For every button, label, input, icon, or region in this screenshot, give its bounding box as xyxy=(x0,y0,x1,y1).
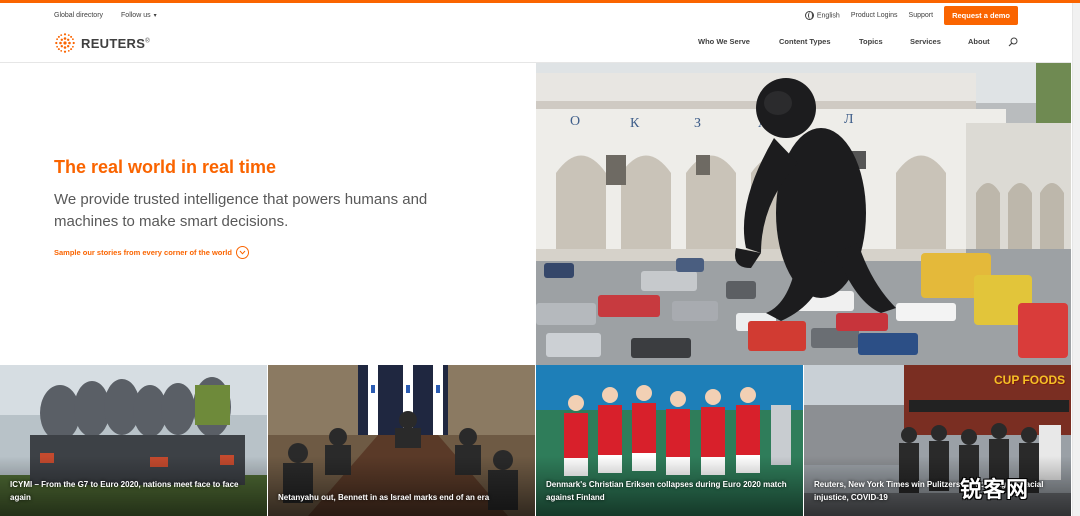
story-tile-eriksen[interactable]: Denmark's Christian Eriksen collapses du… xyxy=(536,365,803,516)
scrollbar[interactable] xyxy=(1072,3,1080,516)
sample-stories-label: Sample our stories from every corner of … xyxy=(54,248,232,257)
caption-shade xyxy=(268,456,535,516)
sample-stories-link[interactable]: Sample our stories from every corner of … xyxy=(54,246,249,259)
reuters-logo-icon xyxy=(55,33,75,53)
watermark: 锐客网 xyxy=(960,477,1030,502)
reuters-logo[interactable]: REUTERS® xyxy=(54,32,150,54)
hero-image-gorilla-miniature-city: OКЗАЛ xyxy=(536,63,1071,365)
svg-text:Л: Л xyxy=(844,112,854,127)
request-demo-button[interactable]: Request a demo xyxy=(944,6,1018,25)
search-icon[interactable] xyxy=(1008,37,1018,47)
chevron-down-icon xyxy=(235,246,249,259)
hero-title: The real world in real time xyxy=(54,157,277,177)
globe-icon xyxy=(804,11,814,20)
language-selector[interactable]: English xyxy=(804,11,840,20)
accent-bar xyxy=(0,0,1080,3)
language-label: English xyxy=(816,12,840,20)
nav-services[interactable]: Services xyxy=(910,37,941,46)
brand-name: REUTERS® xyxy=(81,36,150,51)
support-link[interactable]: Support xyxy=(909,12,934,19)
story-caption: Netanyahu out, Bennett in as Israel mark… xyxy=(278,493,490,502)
storefront-sign: CUP FOODS xyxy=(994,373,1066,387)
svg-text:К: К xyxy=(630,116,640,131)
utility-nav-left: Global directory Follow us ▾ xyxy=(54,7,157,24)
product-logins-link[interactable]: Product Logins xyxy=(851,12,898,19)
nav-about[interactable]: About xyxy=(968,37,990,46)
nav-topics[interactable]: Topics xyxy=(859,37,883,46)
chevron-down-icon: ▾ xyxy=(153,13,157,19)
svg-text:O: O xyxy=(570,114,580,129)
story-tile-netanyahu[interactable]: Netanyahu out, Bennett in as Israel mark… xyxy=(268,365,535,516)
nav-content-types[interactable]: Content Types xyxy=(779,37,831,46)
brand-name-text: REUTERS xyxy=(81,35,146,51)
story-caption: Denmark's Christian Eriksen collapses du… xyxy=(546,480,787,502)
follow-us-label: Follow us xyxy=(121,12,151,19)
follow-us-menu[interactable]: Follow us ▾ xyxy=(121,12,157,19)
story-tiles: ICYMI – From the G7 to Euro 2020, nation… xyxy=(0,365,1071,516)
story-tile-pulitzer[interactable]: CUP FOODS Reuters, New York Times win Pu… xyxy=(804,365,1071,516)
utility-nav-right: English Product Logins Support Request a… xyxy=(804,6,1018,25)
global-directory-link[interactable]: Global directory xyxy=(54,12,103,19)
hero-subtitle: We provide trusted intelligence that pow… xyxy=(54,191,428,230)
nav-who-we-serve[interactable]: Who We Serve xyxy=(698,37,750,46)
story-tile-g7[interactable]: ICYMI – From the G7 to Euro 2020, nation… xyxy=(0,365,267,516)
story-caption: ICYMI – From the G7 to Euro 2020, nation… xyxy=(10,480,239,502)
svg-text:З: З xyxy=(694,116,701,131)
brand-reg-mark: ® xyxy=(145,38,150,45)
